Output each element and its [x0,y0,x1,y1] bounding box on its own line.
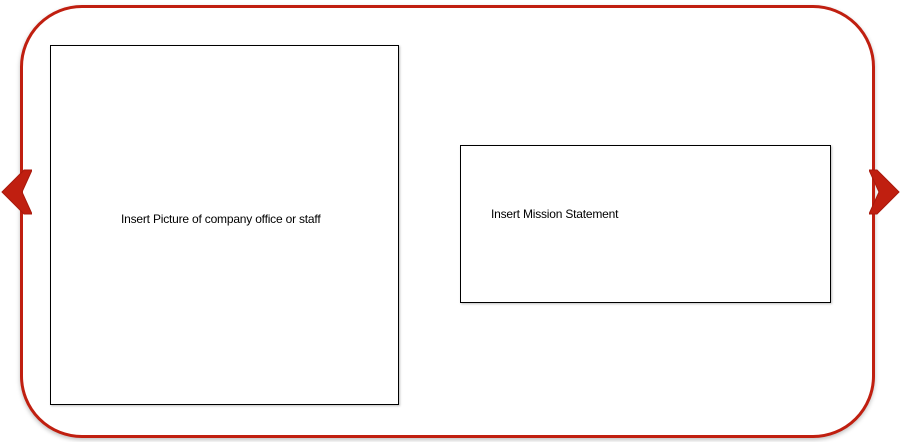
chevron-left-icon [1,169,33,215]
picture-placeholder[interactable]: Insert Picture of company office or staf… [50,45,399,405]
chevron-right-icon [868,169,900,215]
mission-statement-text: Insert Mission Statement [491,207,619,221]
picture-placeholder-text: Insert Picture of company office or staf… [121,212,321,226]
mission-statement-placeholder[interactable]: Insert Mission Statement [460,145,831,303]
next-slide-button[interactable] [868,168,901,216]
prev-slide-button[interactable] [0,168,33,216]
